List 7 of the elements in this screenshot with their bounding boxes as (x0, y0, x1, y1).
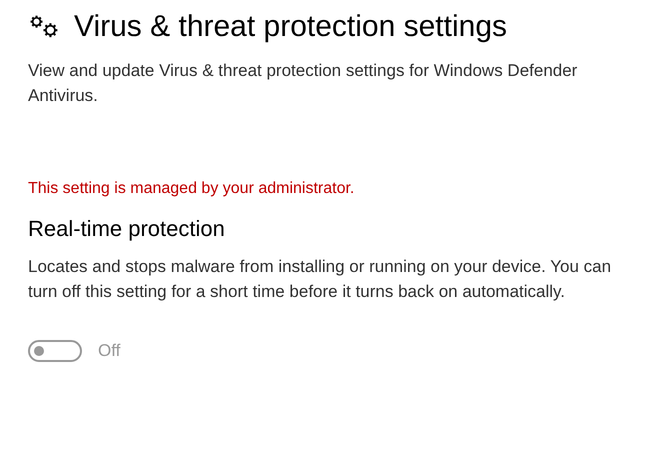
section-description: Locates and stops malware from installing or running on your device. You can turn off this setting for a short time before it turns back on automatically. (28, 256, 612, 303)
section-heading: Real-time protection (28, 216, 226, 242)
page-title: Virus & threat protection settings (74, 10, 508, 44)
toggle-label: Off (98, 341, 120, 361)
admin-notice: This setting is managed by your administrator. (28, 180, 356, 198)
page-description: View and update Virus & threat protection settings for Windows Defender Antivirus. (28, 60, 578, 107)
settings-icon (28, 14, 60, 40)
